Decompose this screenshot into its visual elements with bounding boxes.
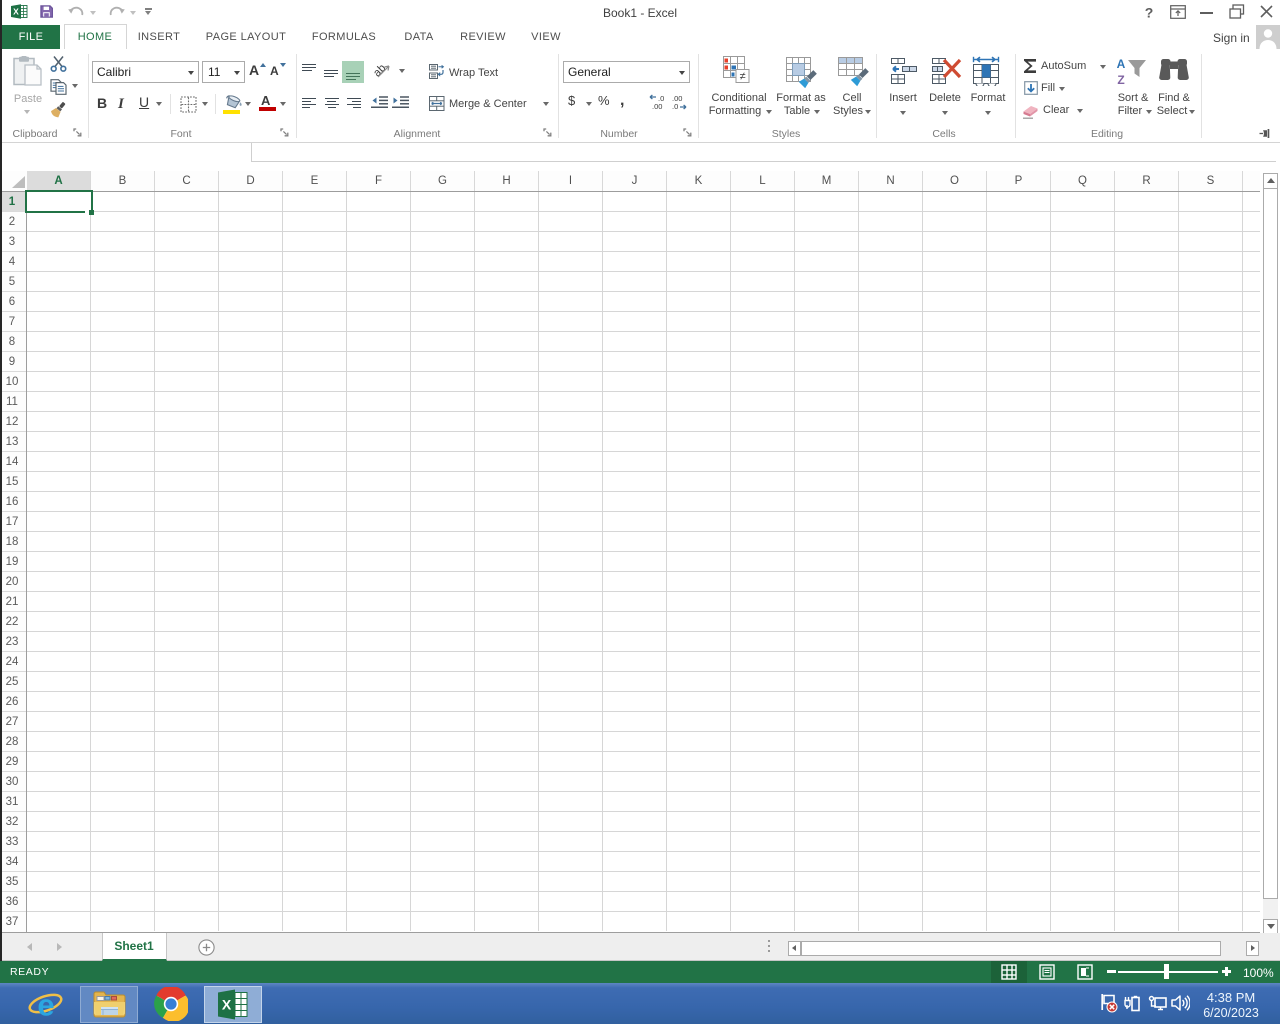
svg-text:.0: .0: [672, 102, 678, 110]
svg-text:X: X: [222, 997, 232, 1013]
svg-text:e: e: [37, 988, 54, 1022]
svg-text:X: X: [13, 7, 19, 17]
svg-text:≠: ≠: [739, 71, 745, 83]
svg-text:?: ?: [1145, 5, 1154, 21]
svg-text:.00: .00: [652, 102, 662, 110]
svg-text:A: A: [1117, 57, 1126, 71]
svg-text:Z: Z: [1117, 73, 1124, 87]
